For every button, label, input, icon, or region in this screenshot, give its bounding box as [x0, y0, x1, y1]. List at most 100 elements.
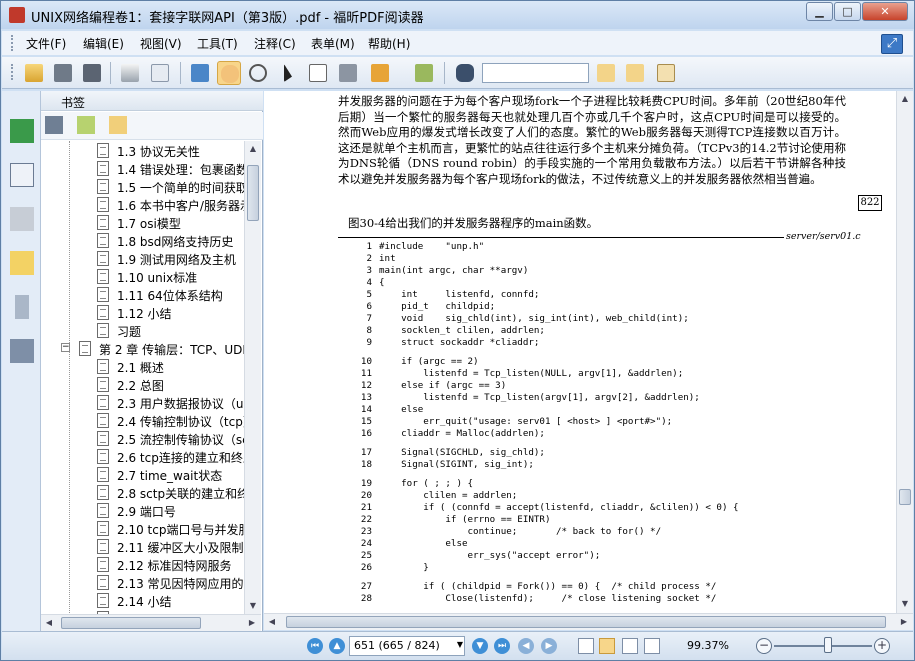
hand-tool-icon[interactable]	[217, 61, 241, 85]
fullscreen-icon[interactable]	[188, 61, 212, 85]
single-page-view-icon[interactable]	[578, 638, 594, 654]
code-line-text: }	[379, 562, 429, 573]
code-line-text: int listenfd, connfd;	[379, 289, 540, 300]
snapshot-icon[interactable]	[336, 61, 360, 85]
menu-view[interactable]: 视图(V)	[140, 35, 182, 52]
bookmark-hscrollbar[interactable]: ◀ ▶	[41, 614, 261, 631]
document-hscrollbar[interactable]: ◀ ▶	[264, 613, 913, 630]
toolbar-grip[interactable]	[11, 64, 14, 80]
add-bookmark-icon[interactable]	[77, 116, 95, 134]
document-view[interactable]: 并发服务器的问题在于为每个客户现场fork一个子进程比较耗费CPU时间。多年前（…	[264, 91, 896, 613]
menu-grip[interactable]	[11, 35, 14, 51]
menu-help[interactable]: 帮助(H)	[368, 35, 410, 52]
code-line-text: Signal(SIGCHLD, sig_chld);	[379, 447, 545, 458]
continuous-facing-view-icon[interactable]	[644, 638, 660, 654]
code-line-number: 21	[360, 502, 372, 513]
body-paragraph: 并发服务器的问题在于为每个客户现场fork一个子进程比较耗费CPU时间。多年前（…	[338, 94, 846, 186]
bookmark-label: 2.2 总图	[117, 379, 164, 393]
search-next-icon[interactable]	[623, 61, 647, 85]
find-icon[interactable]	[453, 61, 477, 85]
previous-page-icon[interactable]: ▲	[329, 638, 345, 654]
facing-view-icon[interactable]	[622, 638, 638, 654]
menu-edit[interactable]: 编辑(E)	[83, 35, 124, 52]
comments-icon[interactable]	[10, 251, 34, 275]
scroll-left-icon[interactable]: ◀	[41, 615, 57, 631]
menu-comment[interactable]: 注释(C)	[254, 35, 296, 52]
document-scrollbar[interactable]: ▲ ▼	[896, 91, 913, 613]
options-icon[interactable]	[654, 61, 678, 85]
search-prev-icon[interactable]	[594, 61, 618, 85]
bookmark-page-icon	[97, 197, 109, 212]
zoom-out-button[interactable]: −	[756, 638, 772, 654]
close-button[interactable]: ✕	[862, 2, 908, 21]
doc-scroll-up-icon[interactable]: ▲	[897, 91, 913, 107]
go-forward-icon[interactable]: ▶	[541, 638, 557, 654]
first-page-icon[interactable]: ⏮	[307, 638, 323, 654]
page-dropdown-icon[interactable]: ▼	[455, 636, 465, 656]
expand-bookmark-icon[interactable]	[109, 116, 127, 134]
document-hscroll-thumb[interactable]	[286, 616, 886, 628]
doc-scroll-down-icon[interactable]: ▼	[897, 596, 913, 612]
scroll-down-icon[interactable]: ▼	[245, 598, 261, 614]
rms-icon[interactable]	[368, 61, 392, 85]
bookmark-label: 2.9 端口号	[117, 505, 176, 519]
select-tool-icon[interactable]	[276, 61, 300, 85]
go-back-icon[interactable]: ◀	[518, 638, 534, 654]
bookmark-panel-icon[interactable]	[10, 119, 34, 143]
bookmark-page-icon	[79, 341, 91, 356]
loupe-icon[interactable]	[246, 61, 270, 85]
zoom-slider-thumb[interactable]	[823, 637, 832, 653]
bookmark-scrollbar[interactable]: ▲ ▼	[244, 141, 261, 614]
bookmark-label: 1.10 unix标准	[117, 271, 198, 285]
code-line-text: main(int argc, char **argv)	[379, 265, 529, 276]
open-icon[interactable]	[22, 61, 46, 85]
delete-bookmark-icon[interactable]	[45, 116, 63, 134]
print-icon[interactable]	[118, 61, 142, 85]
bookmark-page-icon	[97, 575, 109, 590]
menu-tools[interactable]: 工具(T)	[197, 35, 238, 52]
doc-scroll-right-icon[interactable]: ▶	[896, 614, 912, 630]
code-line-number: 10	[360, 356, 372, 367]
search-input[interactable]	[482, 63, 589, 83]
expand-icon[interactable]: ⤢	[881, 34, 903, 54]
scroll-up-icon[interactable]: ▲	[245, 141, 261, 157]
code-line-text: Signal(SIGINT, sig_int);	[379, 459, 534, 470]
bookmark-label: 2.3 用户数据报协议（udp）	[117, 397, 244, 411]
code-line-text: cliaddr = Malloc(addrlen);	[379, 428, 545, 439]
minimize-button[interactable]: ▁	[806, 2, 833, 21]
foxit-logo-icon	[9, 7, 25, 23]
next-page-icon[interactable]: ▼	[472, 638, 488, 654]
bookmark-scroll-thumb[interactable]	[247, 165, 259, 221]
continuous-view-icon[interactable]	[599, 638, 615, 654]
title-bar[interactable]: UNIX网络编程卷1：套接字联网API（第3版）.pdf - 福昕PDF阅读器 …	[1, 1, 914, 29]
code-source-label: server/serv01.c	[784, 231, 863, 242]
page-thumbnails-icon[interactable]	[10, 163, 34, 187]
menu-form[interactable]: 表单(M)	[311, 35, 355, 52]
page-number-badge: 822	[858, 195, 882, 211]
doc-scroll-left-icon[interactable]: ◀	[264, 614, 280, 630]
save-as-icon[interactable]	[80, 61, 104, 85]
page-number-input[interactable]: 651 (665 / 824)	[349, 636, 465, 656]
attachments-icon[interactable]	[15, 295, 29, 319]
maximize-button[interactable]: □	[834, 2, 861, 21]
document-scroll-thumb[interactable]	[899, 489, 911, 505]
code-line-text: socklen_t clilen, addrlen;	[379, 325, 545, 336]
layers-icon[interactable]	[10, 207, 34, 231]
collapse-toggle-icon[interactable]: −	[61, 343, 70, 352]
bookmark-hscroll-thumb[interactable]	[61, 617, 201, 629]
text-select-icon[interactable]	[306, 61, 330, 85]
code-line-number: 9	[366, 337, 372, 348]
app-window: UNIX网络编程卷1：套接字联网API（第3版）.pdf - 福昕PDF阅读器 …	[0, 0, 915, 661]
zoom-in-button[interactable]: +	[874, 638, 890, 654]
signatures-icon[interactable]	[10, 339, 34, 363]
email-icon[interactable]	[148, 61, 172, 85]
code-line-text: continue; /* back to for() */	[379, 526, 662, 537]
save-icon[interactable]	[51, 61, 75, 85]
zoom-value[interactable]: 99.37%	[687, 639, 729, 652]
menu-file[interactable]: 文件(F)	[26, 35, 66, 52]
typewriter-icon[interactable]	[412, 61, 436, 85]
bookmark-label: 2.11 缓冲区大小及限制	[117, 541, 244, 555]
code-line-text: listenfd = Tcp_listen(NULL, argv[1], &ad…	[379, 368, 684, 379]
last-page-icon[interactable]: ⏭	[494, 638, 510, 654]
scroll-right-icon[interactable]: ▶	[244, 615, 260, 631]
